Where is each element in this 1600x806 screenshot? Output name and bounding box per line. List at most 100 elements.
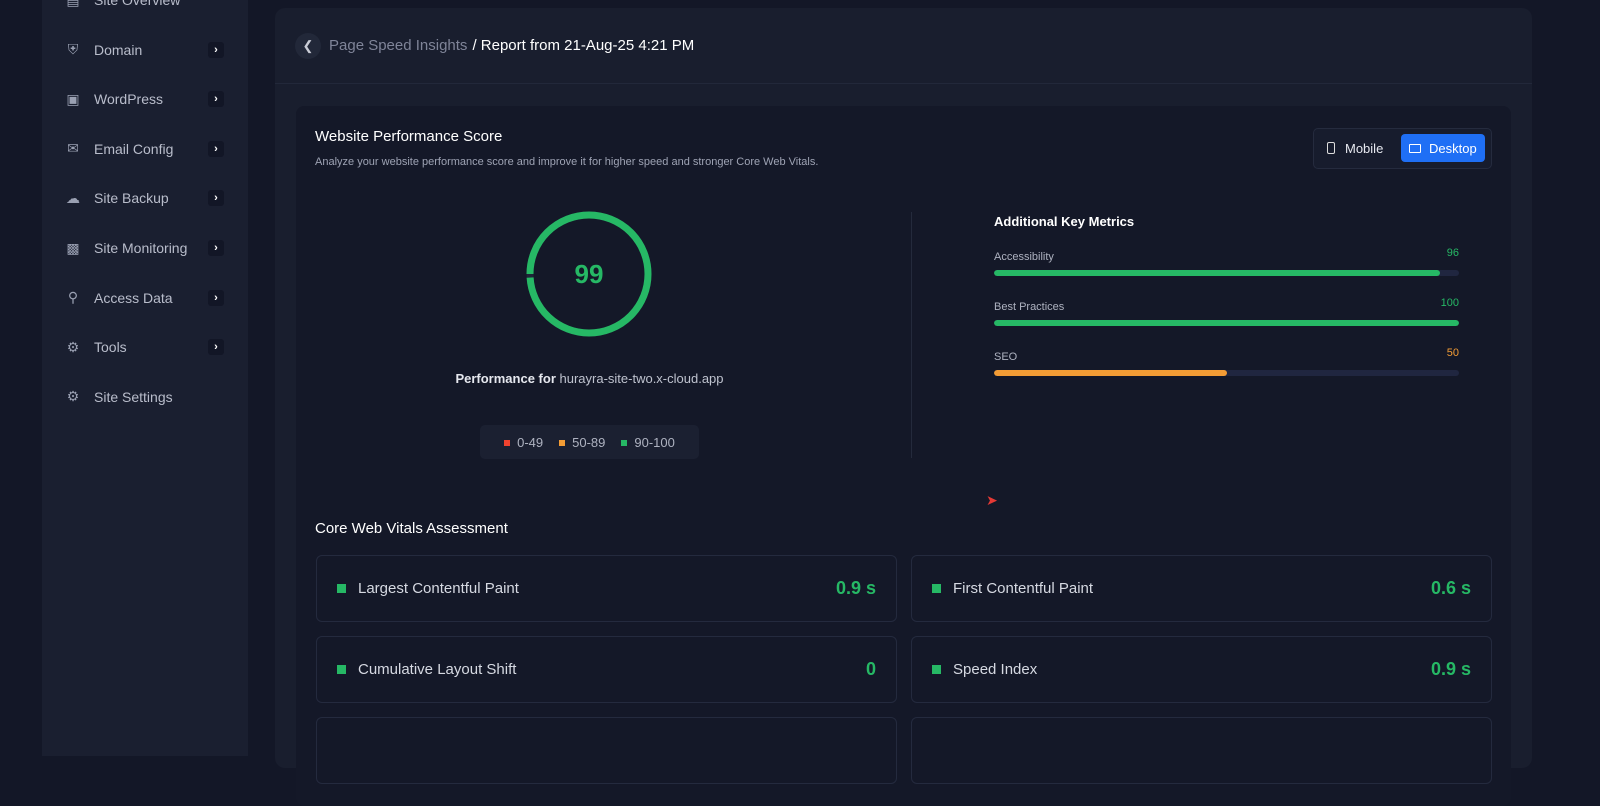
vital-value: 0.9 s xyxy=(835,578,876,598)
desktop-tab[interactable]: Desktop xyxy=(1401,134,1485,162)
sidebar-item-wordpress[interactable]: ▣ WordPress › xyxy=(66,84,224,114)
breadcrumb-parent-link[interactable]: Page Speed Insights xyxy=(329,37,467,54)
legend-item: 50-89 xyxy=(559,435,605,450)
sidebar-item-label: Site Backup xyxy=(94,190,169,207)
vital-card xyxy=(911,717,1492,784)
metric-progress-fill xyxy=(994,270,1441,276)
desktop-icon xyxy=(1409,143,1421,153)
metric-progress-fill xyxy=(994,320,1459,326)
performance-card: Website Performance Score Analyze your w… xyxy=(296,106,1511,806)
sidebar-item-label: Tools xyxy=(94,339,127,356)
vital-card: Cumulative Layout Shift 0 xyxy=(316,636,897,703)
sidebar-item-site-monitoring[interactable]: ▩ Site Monitoring › xyxy=(66,233,224,263)
metric-label: SEO xyxy=(994,351,1018,363)
metric-progress-bar xyxy=(994,270,1459,276)
vital-value: 0 xyxy=(865,659,876,679)
chevron-right-icon[interactable]: › xyxy=(208,41,224,58)
sidebar-item-access-data[interactable]: ⚲ Access Data › xyxy=(66,283,224,313)
gear-icon: ⚙ xyxy=(66,388,80,405)
device-toggle: Mobile Desktop xyxy=(1313,128,1492,169)
mail-icon: ✉ xyxy=(67,140,79,157)
sidebar-item-site-settings[interactable]: ⚙ Site Settings xyxy=(66,382,224,412)
mobile-label: Mobile xyxy=(1345,140,1384,156)
status-indicator xyxy=(337,584,346,593)
additional-metrics-title: Additional Key Metrics xyxy=(994,214,1135,229)
score-legend: 0-49 50-89 90-100 xyxy=(480,425,699,459)
desktop-label: Desktop xyxy=(1429,140,1477,156)
sidebar-item-label: Site Monitoring xyxy=(94,240,188,256)
overview-icon: ▤ xyxy=(66,0,80,8)
metric-seo: SEO 50 xyxy=(994,347,1459,397)
status-indicator xyxy=(932,665,941,674)
vital-value: 0.9 s xyxy=(1430,659,1471,679)
legend-label: 90-100 xyxy=(634,434,675,450)
status-indicator xyxy=(337,665,346,674)
mouse-cursor-icon: ➤ xyxy=(986,492,998,508)
vital-card: Largest Contentful Paint 0.9 s xyxy=(316,555,897,622)
chevron-right-icon[interactable]: › xyxy=(208,91,224,108)
sidebar-item-label: Site Settings xyxy=(94,388,173,405)
sidebar-item-label: Email Config xyxy=(94,140,174,157)
core-web-vitals-title: Core Web Vitals Assessment xyxy=(315,520,508,537)
vital-card: First Contentful Paint 0.6 s xyxy=(911,555,1492,622)
chevron-right-icon[interactable]: › xyxy=(208,240,224,256)
legend-label: 50-89 xyxy=(572,434,606,450)
metric-accessibility: Accessibility 96 xyxy=(994,247,1459,297)
legend-item: 90-100 xyxy=(621,434,675,450)
vital-card: Speed Index 0.9 s xyxy=(911,636,1492,703)
performance-for-label: Performance for xyxy=(455,371,556,386)
status-indicator xyxy=(932,584,941,593)
breadcrumb: ❮ Page Speed Insights / Report from 21-A… xyxy=(275,8,1532,84)
shield-icon: ⛨ xyxy=(67,41,79,58)
tools-icon: ⚙ xyxy=(66,338,80,355)
breadcrumb-current: / Report from 21-Aug-25 4:21 PM xyxy=(472,37,695,54)
key-icon: ⚲ xyxy=(67,289,79,306)
chevron-right-icon[interactable]: › xyxy=(208,289,224,306)
wordpress-icon: ▣ xyxy=(66,90,80,107)
sidebar-item-label: WordPress xyxy=(94,91,163,108)
metric-value: 100 xyxy=(1440,297,1459,309)
vital-label: First Contentful Paint xyxy=(953,580,1094,597)
sidebar-item-email-config[interactable]: ✉ Email Config › xyxy=(66,134,224,164)
metric-progress-bar xyxy=(994,370,1459,376)
vital-label: Largest Contentful Paint xyxy=(358,580,519,597)
metric-value: 96 xyxy=(1446,247,1459,259)
sidebar-item-label: Site Overview xyxy=(94,0,181,8)
chevron-right-icon[interactable]: › xyxy=(208,140,224,157)
legend-swatch xyxy=(559,440,566,447)
chevron-right-icon[interactable]: › xyxy=(208,190,224,207)
sidebar-item-site-backup[interactable]: ☁ Site Backup › xyxy=(66,183,224,213)
performance-label: Performance for hurayra-site-two.x-cloud… xyxy=(296,371,883,386)
score-value: 99 xyxy=(574,258,604,289)
chevron-left-icon: ❮ xyxy=(302,37,314,53)
metric-progress-fill xyxy=(994,370,1227,376)
metric-label: Accessibility xyxy=(994,251,1054,263)
legend-item: 0-49 xyxy=(504,435,543,450)
subtitle: Analyze your website performance score a… xyxy=(315,156,819,168)
legend-swatch xyxy=(504,440,511,447)
additional-metrics: Additional Key Metrics Accessibility 96 Be… xyxy=(994,214,1459,397)
sidebar-item-tools[interactable]: ⚙ Tools › xyxy=(66,332,224,362)
mobile-tab[interactable]: Mobile xyxy=(1319,134,1391,162)
legend-label: 0-49 xyxy=(517,434,544,450)
metric-label: Best Practices xyxy=(994,301,1065,313)
legend-swatch xyxy=(621,440,628,447)
main-panel: ❮ Page Speed Insights / Report from 21-A… xyxy=(275,8,1532,806)
site-url: hurayra-site-two.x-cloud.app xyxy=(559,371,724,386)
vital-value: 0.6 s xyxy=(1430,578,1471,598)
vital-label: Cumulative Layout Shift xyxy=(358,661,517,678)
metric-best-practices: Best Practices 100 xyxy=(994,297,1459,347)
sidebar: ▤ Site Overview ⛨ Domain › ▣ WordPress › ✉ Email … xyxy=(42,0,248,756)
metric-progress-bar xyxy=(994,320,1459,326)
monitor-icon: ▩ xyxy=(66,239,80,256)
chevron-right-icon[interactable]: › xyxy=(208,339,224,356)
mobile-icon xyxy=(1327,142,1335,154)
page-title: Website Performance Score xyxy=(315,128,503,145)
vital-label: Speed Index xyxy=(953,661,1038,678)
sidebar-item-label: Domain xyxy=(94,41,143,58)
divider xyxy=(911,212,912,458)
back-button[interactable]: ❮ xyxy=(295,32,321,59)
sidebar-item-site-overview[interactable]: ▤ Site Overview xyxy=(66,0,224,15)
backup-icon: ☁ xyxy=(66,189,80,206)
sidebar-item-domain[interactable]: ⛨ Domain › xyxy=(66,35,224,65)
